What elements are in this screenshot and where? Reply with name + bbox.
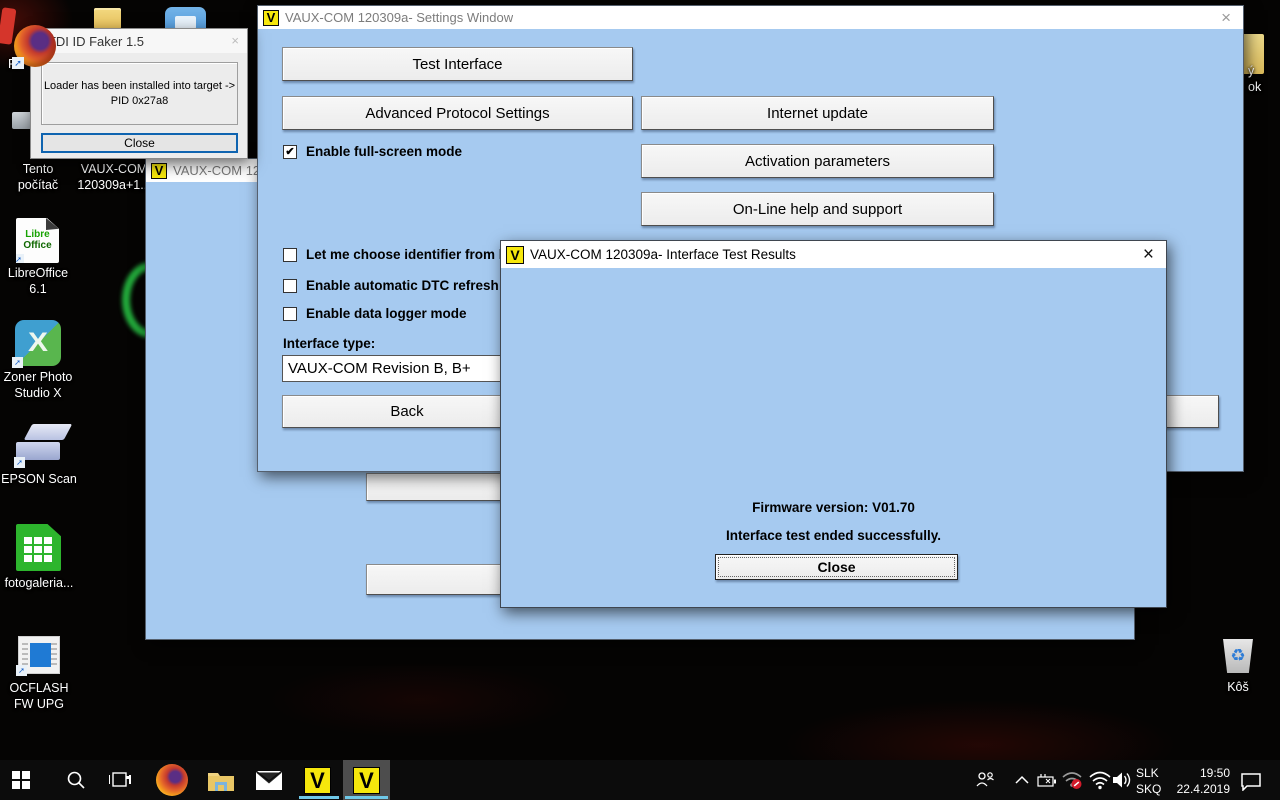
vaux-app-icon: V xyxy=(506,246,524,264)
checkbox-choose-identifier[interactable]: Let me choose identifier from list xyxy=(283,247,518,262)
recycle-glyph-icon: ♻ xyxy=(1230,646,1245,666)
ftdi-id-faker-dialog: FTDI ID Faker 1.5 × Loader has been inst… xyxy=(30,28,248,159)
search-icon[interactable] xyxy=(64,768,88,792)
shortcut-arrow-icon: ➚ xyxy=(12,357,23,368)
close-icon[interactable]: × xyxy=(1131,244,1166,266)
test-dialog-close-button[interactable]: Close xyxy=(715,554,958,580)
interface-test-results-dialog: V VAUX-COM 120309a- Interface Test Resul… xyxy=(500,240,1167,608)
taskbar: V V SLK SKQ 19:50 22.4.2019 xyxy=(0,760,1280,800)
shortcut-arrow-icon: ➚ xyxy=(14,457,25,468)
activation-parameters-button[interactable]: Activation parameters xyxy=(641,144,994,178)
advanced-protocol-settings-button[interactable]: Advanced Protocol Settings xyxy=(282,96,633,130)
desktop-icon-zoner[interactable]: Zoner Photo Studio X xyxy=(0,370,76,401)
chevron-up-icon[interactable] xyxy=(1014,773,1030,787)
checkbox-box[interactable] xyxy=(283,248,297,262)
libreoffice-icon-text: Libre xyxy=(16,230,59,241)
checkbox-label: Let me choose identifier from list xyxy=(306,247,518,262)
ftdi-message-box: Loader has been installed into target ->… xyxy=(41,62,238,125)
settings-titlebar[interactable]: V VAUX-COM 120309a- Settings Window × xyxy=(258,6,1243,29)
desktop-icon-recycle-bin[interactable]: Kôš xyxy=(1200,680,1276,696)
checkbox-label: Enable full-screen mode xyxy=(306,144,462,159)
folder-icon[interactable] xyxy=(94,8,121,29)
checkbox-data-logger-mode[interactable]: Enable data logger mode xyxy=(283,306,467,321)
clock-date: 22.4.2019 xyxy=(1177,782,1230,798)
fotogaleria-icon[interactable] xyxy=(16,524,61,571)
desktop-icon-fotogaleria[interactable]: fotogaleria... xyxy=(0,576,78,592)
ocflash-icon[interactable]: ➚ xyxy=(18,636,60,674)
online-help-button[interactable]: On-Line help and support xyxy=(641,192,994,226)
file-explorer-icon[interactable] xyxy=(206,768,236,793)
vaux-app-icon: V xyxy=(151,163,167,179)
checkbox-label: Enable data logger mode xyxy=(306,306,467,321)
notifications-icon[interactable] xyxy=(1238,770,1264,792)
mail-icon[interactable] xyxy=(254,769,284,792)
checkbox-label: Enable automatic DTC refresh xyxy=(306,278,499,293)
desktop-icon-ocflash[interactable]: OCFLASH FW UPG xyxy=(0,681,78,712)
clock-time: 19:50 xyxy=(1200,766,1230,782)
close-icon[interactable]: × xyxy=(223,30,247,52)
right-edge-icon-label: ý ok xyxy=(1248,64,1276,95)
desktop-icon-epson-scan[interactable]: EPSON Scan xyxy=(0,472,78,488)
settings-window-title: VAUX-COM 120309a- Settings Window xyxy=(285,10,513,25)
zoner-photo-studio-icon[interactable]: X ➚ xyxy=(15,320,61,366)
battery-icon[interactable] xyxy=(1036,772,1058,788)
checkbox-box[interactable]: ✔ xyxy=(283,145,297,159)
active-app-indicator xyxy=(345,796,388,799)
recycle-bin-icon[interactable]: ♻ xyxy=(1219,637,1257,675)
checkbox-box[interactable] xyxy=(283,279,297,293)
clock[interactable]: 19:50 22.4.2019 xyxy=(1168,766,1230,797)
close-icon[interactable]: × xyxy=(1209,7,1243,29)
test-dialog-title: VAUX-COM 120309a- Interface Test Results xyxy=(530,247,796,262)
start-button[interactable] xyxy=(10,769,32,791)
checkbox-automatic-dtc-refresh[interactable]: Enable automatic DTC refresh xyxy=(283,278,499,293)
ftdi-message-line1: Loader has been installed into target -> xyxy=(44,79,235,94)
ftdi-close-button[interactable]: Close xyxy=(41,133,238,153)
people-icon[interactable] xyxy=(974,770,996,790)
volume-icon[interactable] xyxy=(1110,769,1134,791)
firefox-desktop-icon[interactable]: ➚ xyxy=(14,25,56,67)
shortcut-arrow-icon: ➚ xyxy=(16,665,27,676)
checkbox-box[interactable] xyxy=(283,307,297,321)
desktop-icon-vaux-com[interactable]: VAUX-COM 120309a+1... xyxy=(76,162,152,193)
firmware-version-text: Firmware version: V01.70 xyxy=(501,500,1166,515)
open-app-indicator xyxy=(299,796,339,799)
internet-update-button[interactable]: Internet update xyxy=(641,96,994,130)
ftdi-titlebar[interactable]: FTDI ID Faker 1.5 × xyxy=(31,29,247,53)
network-no-internet-icon[interactable] xyxy=(1060,769,1084,791)
ftdi-message-line2: PID 0x27a8 xyxy=(111,94,168,109)
desktop-icon-libreoffice[interactable]: LibreOffice 6.1 xyxy=(0,266,76,297)
libreoffice-icon[interactable]: Libre Office ➚ xyxy=(16,218,59,263)
language-indicator[interactable]: SLK SKQ xyxy=(1136,766,1168,797)
checkbox-enable-fullscreen[interactable]: ✔ Enable full-screen mode xyxy=(283,144,462,159)
epson-scan-icon[interactable]: ➚ xyxy=(16,424,62,466)
desktop-icon-tento-pocitac[interactable]: Tento počítač xyxy=(2,162,74,193)
vaux-app-icon: V xyxy=(263,10,279,26)
task-view-icon[interactable] xyxy=(108,769,132,791)
taskbar-firefox-icon[interactable] xyxy=(156,764,188,796)
shortcut-arrow-icon: ➚ xyxy=(12,57,24,69)
test-dialog-titlebar[interactable]: V VAUX-COM 120309a- Interface Test Resul… xyxy=(501,241,1166,268)
taskbar-vaux-com-active[interactable]: V xyxy=(343,760,390,800)
test-interface-button[interactable]: Test Interface xyxy=(282,47,633,81)
back-button[interactable]: Back xyxy=(282,395,532,428)
wifi-icon[interactable] xyxy=(1088,769,1112,791)
interface-type-label: Interface type: xyxy=(283,336,375,351)
taskbar-vaux-com-icon[interactable]: V xyxy=(304,767,331,794)
test-result-text: Interface test ended successfully. xyxy=(501,528,1166,543)
